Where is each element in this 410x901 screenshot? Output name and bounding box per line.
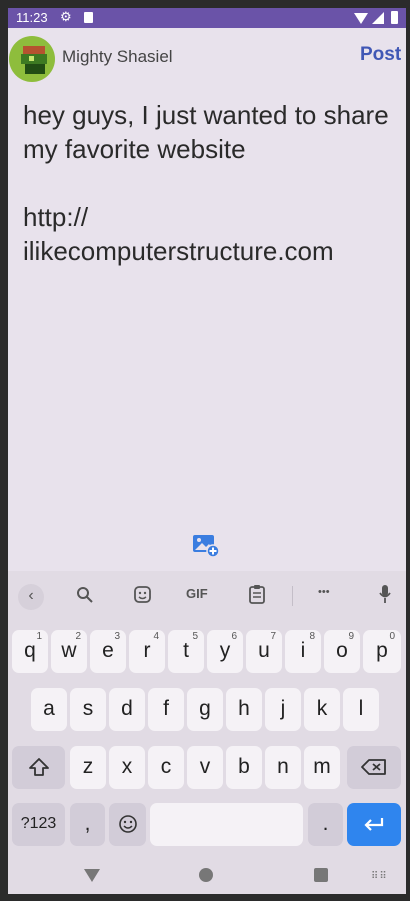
post-button[interactable]: Post — [360, 44, 401, 66]
sd-card-icon — [84, 12, 93, 23]
microphone-icon[interactable] — [378, 584, 392, 604]
sticker-icon[interactable] — [133, 585, 152, 604]
keyboard-toolbar: ‹ GIF ••• — [8, 571, 406, 619]
compose-text-field[interactable]: hey guys, I just wanted to share my favo… — [23, 98, 401, 268]
key-o[interactable]: o9 — [324, 630, 360, 673]
key-t[interactable]: t5 — [168, 630, 204, 673]
gif-button[interactable]: GIF — [186, 586, 208, 601]
wifi-icon — [354, 13, 368, 24]
space-bar[interactable] — [150, 803, 303, 846]
toolbar-back-button[interactable]: ‹ — [18, 584, 44, 610]
key-z[interactable]: z — [70, 746, 106, 789]
key-j[interactable]: j — [265, 688, 301, 731]
key-b[interactable]: b — [226, 746, 262, 789]
key-u[interactable]: u7 — [246, 630, 282, 673]
key-n[interactable]: n — [265, 746, 301, 789]
emoji-key[interactable] — [109, 803, 146, 846]
add-image-icon[interactable] — [192, 532, 220, 558]
more-options-button[interactable]: ••• — [318, 586, 330, 598]
key-r[interactable]: r4 — [129, 630, 165, 673]
toolbar-divider — [292, 586, 293, 606]
key-i[interactable]: i8 — [285, 630, 321, 673]
backspace-icon — [361, 759, 386, 775]
signal-icon — [372, 12, 384, 24]
key-period[interactable]: . — [308, 803, 343, 846]
status-time: 11:23 — [16, 10, 48, 25]
backspace-key[interactable] — [347, 746, 401, 789]
key-y[interactable]: y6 — [207, 630, 243, 673]
nav-home-icon[interactable] — [199, 868, 213, 882]
keyboard-switch-icon[interactable]: ⠿⠿ — [371, 871, 388, 882]
shift-key[interactable] — [12, 746, 65, 789]
key-v[interactable]: v — [187, 746, 223, 789]
username: Mighty Shasiel — [62, 47, 173, 66]
key-l[interactable]: l — [343, 688, 379, 731]
key-x[interactable]: x — [109, 746, 145, 789]
symbols-key[interactable]: ?123 — [12, 803, 65, 846]
clipboard-icon[interactable] — [248, 584, 266, 604]
key-comma[interactable]: , — [70, 803, 105, 846]
key-e[interactable]: e3 — [90, 630, 126, 673]
nav-back-icon[interactable] — [84, 869, 100, 882]
nav-recents-icon[interactable] — [314, 868, 328, 882]
key-w[interactable]: w2 — [51, 630, 87, 673]
avatar — [9, 36, 55, 82]
key-a[interactable]: a — [31, 688, 67, 731]
navigation-bar: ⠿⠿ — [8, 853, 406, 894]
key-c[interactable]: c — [148, 746, 184, 789]
key-q[interactable]: q1 — [12, 630, 48, 673]
status-bar: 11:23 ⚙ — [8, 8, 406, 28]
key-g[interactable]: g — [187, 688, 223, 731]
key-s[interactable]: s — [70, 688, 106, 731]
enter-icon — [364, 818, 384, 831]
emoji-icon — [118, 815, 137, 833]
enter-key[interactable] — [347, 803, 401, 846]
keyboard: ‹ GIF ••• q 1 w 2 e 3 r 4 t 5 y 6 u 7 i … — [8, 571, 406, 853]
key-k[interactable]: k — [304, 688, 340, 731]
key-f[interactable]: f — [148, 688, 184, 731]
battery-icon — [391, 11, 398, 24]
screen: 11:23 ⚙ Mighty Shasiel Post hey guys, I … — [8, 8, 406, 894]
search-icon[interactable] — [76, 586, 94, 604]
shift-icon — [28, 758, 49, 776]
key-h[interactable]: h — [226, 688, 262, 731]
key-d[interactable]: d — [109, 688, 145, 731]
settings-icon: ⚙ — [60, 9, 72, 24]
key-m[interactable]: m — [304, 746, 340, 789]
key-p[interactable]: p0 — [363, 630, 401, 673]
